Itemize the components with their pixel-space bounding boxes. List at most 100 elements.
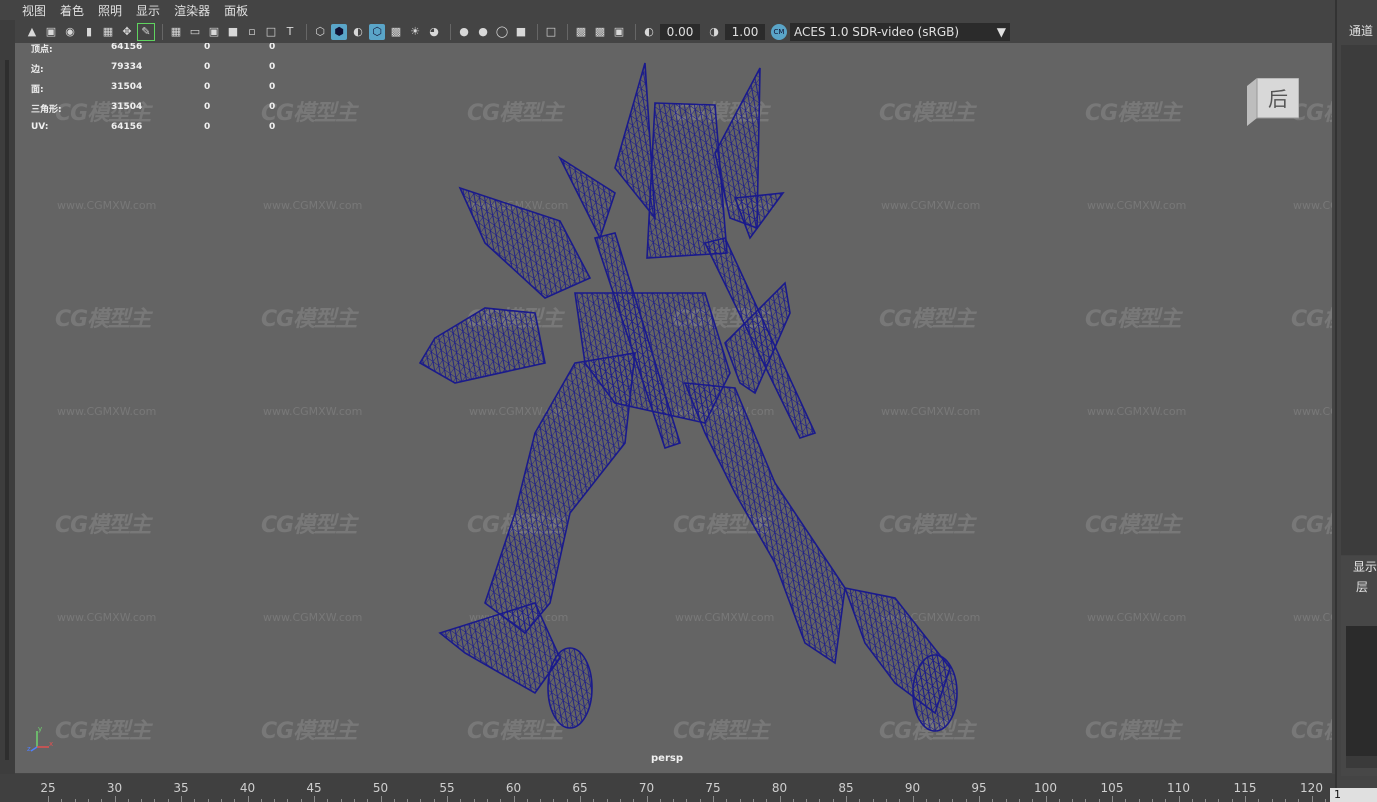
hud-selected: 0 <box>204 62 211 72</box>
hud-selected: 0 <box>204 102 211 112</box>
toolbar-divider <box>450 23 451 40</box>
layer-display-tab[interactable]: 显示 <box>1353 558 1377 575</box>
timeline-tick-label: 120 <box>1300 781 1323 795</box>
hud-component: 0 <box>269 82 276 92</box>
channel-box-tab[interactable]: 通道 <box>1349 22 1373 39</box>
menu-panels[interactable]: 面板 <box>224 2 248 19</box>
layer-menu[interactable]: 层 <box>1356 578 1368 595</box>
gamma-icon[interactable]: ◑ <box>706 24 722 40</box>
hud-label: 边: <box>31 65 44 75</box>
exposure-field[interactable]: 0.00 <box>660 23 700 40</box>
menu-renderer[interactable]: 渲染器 <box>174 2 210 19</box>
timeline-tick-label: 65 <box>572 781 588 795</box>
timeline-tick-label: 105 <box>1100 781 1124 795</box>
shadows-icon[interactable]: ◕ <box>426 24 442 40</box>
toolbar-divider <box>306 23 307 40</box>
wireframe-on-shaded-icon[interactable]: ⬡ <box>369 23 385 40</box>
hud-selected: 0 <box>204 43 211 52</box>
gate-mask-icon[interactable]: ■ <box>225 24 241 40</box>
timeline-tick <box>646 796 648 802</box>
xray-joints-icon[interactable]: ▩ <box>592 24 608 40</box>
axis-gizmo-icon: y x z <box>27 725 53 753</box>
menu-view[interactable]: 视图 <box>22 2 46 19</box>
gamma-field[interactable]: 1.00 <box>725 23 765 40</box>
timeline-tick-label: 80 <box>771 781 788 795</box>
color-management-icon[interactable]: CM <box>771 23 787 40</box>
menu-lighting[interactable]: 照明 <box>98 2 122 19</box>
default-material-icon[interactable]: ◐ <box>350 24 366 40</box>
safe-action-icon[interactable]: □ <box>263 24 279 40</box>
two-d-pan-icon[interactable]: ✥ <box>119 24 135 40</box>
grease-pencil-icon[interactable]: ✎ <box>137 22 155 41</box>
timeline-tick <box>1311 796 1313 802</box>
timeline-tick-label: 75 <box>705 781 721 795</box>
timeline-tick-label: 100 <box>1034 781 1057 795</box>
view-cube[interactable]: 后 <box>1247 78 1299 126</box>
exposure-icon[interactable]: ◐ <box>641 24 657 40</box>
toolbar-divider <box>162 23 163 40</box>
hud-count: 31504 <box>111 102 143 112</box>
hud-label: UV: <box>31 122 49 132</box>
xray-components-icon[interactable]: ▣ <box>611 24 627 40</box>
grid-icon[interactable]: ▦ <box>168 24 184 40</box>
maya-window: 视图 着色 照明 显示 渲染器 面板 ▲ ▣ ◉ ▮ ▦ ✥ ✎ ▦ ▭ ▣ ■… <box>0 0 1377 802</box>
timeline-tick <box>247 796 249 802</box>
textured-icon[interactable]: ▩ <box>388 24 404 40</box>
timeline-tick <box>779 796 781 802</box>
chevron-down-icon: ▼ <box>996 24 1006 39</box>
timeline-tick-label: 60 <box>505 781 522 795</box>
timeline-tick-label: 30 <box>106 781 123 795</box>
depth-of-field-icon[interactable]: ■ <box>513 24 529 40</box>
layer-list[interactable] <box>1346 626 1377 756</box>
timeline-tick <box>1045 796 1047 802</box>
hud-component: 0 <box>269 122 276 132</box>
viewport-toolbar: ▲ ▣ ◉ ▮ ▦ ✥ ✎ ▦ ▭ ▣ ■ ▫ □ T ⬡ ⬢ ◐ ⬡ ▩ ☀ … <box>0 20 1335 43</box>
persp-viewport[interactable]: CG模型主 www.CGMXW.com CG模型主 www.CGMXW.com CG模型… <box>15 43 1332 773</box>
screen-space-ao-icon[interactable]: ● <box>456 24 472 40</box>
motion-blur-icon[interactable]: ● <box>475 24 491 40</box>
camera-select-icon[interactable]: ▲ <box>24 24 40 40</box>
time-slider[interactable]: 25 30 35 40 45 50 55 60 65 70 75 80 85 90 95 100 105 110 1… <box>0 774 1335 802</box>
color-space-value: ACES 1.0 SDR-video (sRGB) <box>794 24 960 39</box>
hud-label: 三角形: <box>31 105 62 115</box>
left-toolbox-strip <box>0 20 15 780</box>
layer-scrollbar[interactable] <box>1346 756 1377 768</box>
hud-count: 64156 <box>111 43 143 52</box>
isolate-select-icon[interactable]: □ <box>543 24 559 40</box>
smooth-shade-icon[interactable]: ⬢ <box>331 23 347 40</box>
hud-count: 79334 <box>111 62 143 72</box>
use-all-lights-icon[interactable]: ☀ <box>407 24 423 40</box>
svg-text:x: x <box>49 740 53 748</box>
svg-text:z: z <box>27 745 31 753</box>
timeline-tick <box>1178 796 1180 802</box>
anti-aliasing-icon[interactable]: ◯ <box>494 24 510 40</box>
image-plane-icon[interactable]: ▦ <box>100 24 116 40</box>
timeline-tick-label: 85 <box>838 781 854 795</box>
toolbar-divider <box>567 23 568 40</box>
timeline-tick <box>380 796 382 802</box>
timeline-tick <box>114 796 116 802</box>
bookmark-icon[interactable]: ▮ <box>81 24 97 40</box>
current-frame-field[interactable]: 1 <box>1330 788 1377 802</box>
xray-icon[interactable]: ▩ <box>573 24 589 40</box>
timeline-tick-label: 25 <box>40 781 56 795</box>
color-space-dropdown[interactable]: ACES 1.0 SDR-video (sRGB) ▼ <box>790 22 1010 41</box>
safe-title-icon[interactable]: T <box>282 24 298 40</box>
resolution-gate-icon[interactable]: ▣ <box>206 24 222 40</box>
timeline-tick <box>181 796 182 802</box>
camera-attributes-icon[interactable]: ◉ <box>62 24 78 40</box>
film-gate-icon[interactable]: ▭ <box>187 24 203 40</box>
timeline-tick <box>314 796 315 802</box>
camera-name-label: persp <box>651 753 683 764</box>
robot-wireframe-model[interactable] <box>15 43 1332 773</box>
toolbar-divider <box>537 23 538 40</box>
menu-shading[interactable]: 着色 <box>60 2 84 19</box>
menu-show[interactable]: 显示 <box>136 2 160 19</box>
timeline-tick <box>48 796 49 802</box>
timeline-tick <box>513 796 515 802</box>
field-chart-icon[interactable]: ▫ <box>244 24 260 40</box>
channel-box-area <box>1341 45 1377 555</box>
camera-lock-icon[interactable]: ▣ <box>43 24 59 40</box>
wireframe-icon[interactable]: ⬡ <box>312 24 328 40</box>
timeline-tick-label: 55 <box>439 781 455 795</box>
